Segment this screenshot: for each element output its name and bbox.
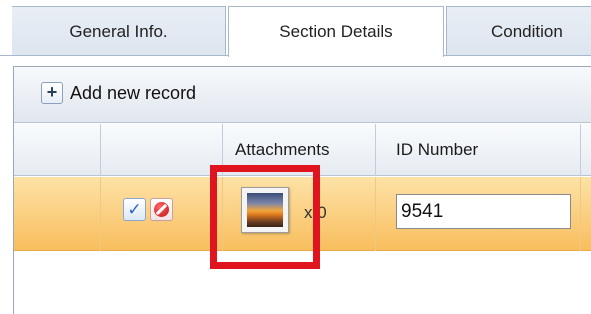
column-header-attachments[interactable]: Attachments (235, 140, 330, 160)
add-new-record-button[interactable]: Add new record (70, 83, 196, 104)
row-divider (100, 177, 101, 251)
update-button[interactable]: ✓ (123, 198, 146, 221)
header-divider (100, 124, 101, 176)
header-divider (375, 124, 376, 176)
plus-icon[interactable]: + (41, 82, 63, 104)
checkmark-icon: ✓ (127, 200, 142, 219)
highlight-annotation (210, 165, 320, 269)
row-divider (375, 177, 376, 251)
header-divider (580, 124, 581, 176)
id-number-input[interactable] (396, 194, 571, 229)
cancel-button[interactable] (150, 198, 173, 221)
command-bar: + Add new record (14, 67, 591, 123)
tab-section-details[interactable]: Section Details (228, 6, 444, 57)
column-header-id-number[interactable]: ID Number (396, 140, 478, 160)
tab-strip: General Info. Section Details Condition (0, 0, 591, 57)
tab-general-info[interactable]: General Info. (12, 6, 226, 56)
row-divider (580, 177, 581, 251)
tab-condition[interactable]: Condition (446, 6, 591, 56)
